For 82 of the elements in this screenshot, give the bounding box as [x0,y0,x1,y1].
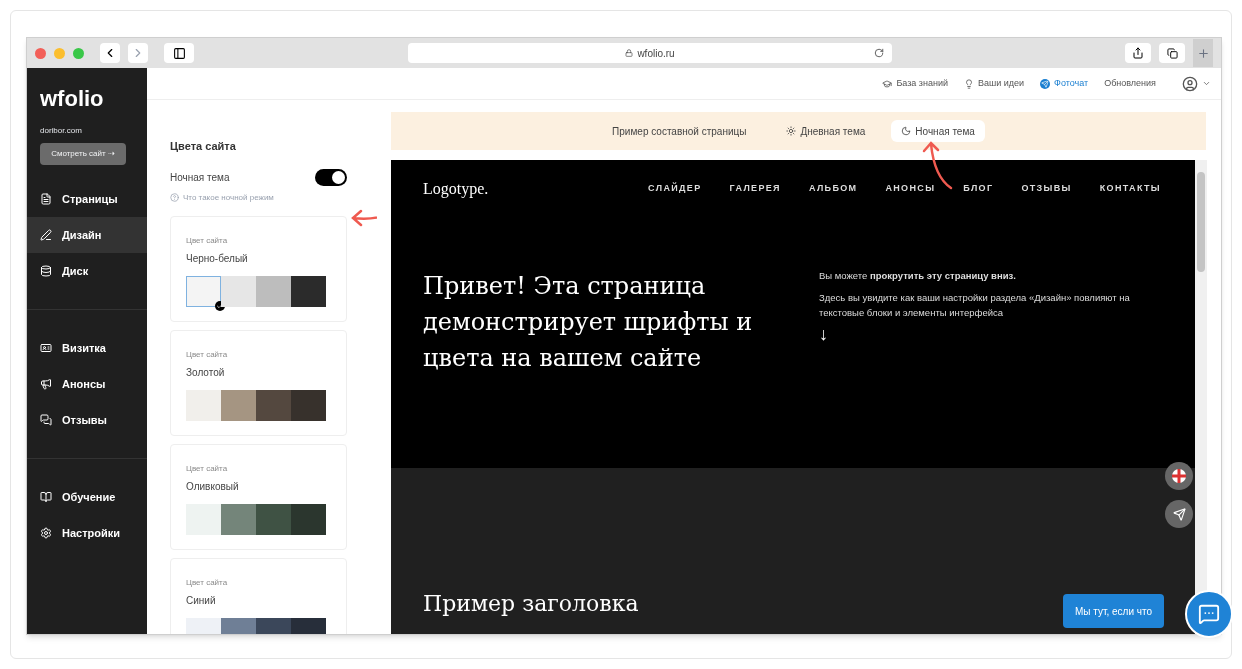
megaphone-icon [40,378,52,390]
sidebar-item[interactable]: Страницы [27,181,147,217]
section-heading: Пример заголовка [423,590,639,618]
palette-name: Черно-белый [186,251,249,266]
share-button[interactable] [1125,43,1151,63]
hero-paragraph: Здесь вы увидите как ваши настройки раздела «Дизайн» повлияют на текстовые блоки и элементы интерфейса [819,291,1131,320]
new-tab-button[interactable] [1193,39,1213,67]
lightbulb-icon [963,78,974,89]
sidebar-icon [172,46,186,60]
theme-tab[interactable]: Ночная тема [891,120,985,142]
palette-card[interactable]: Цвет сайта Золотой [170,329,347,436]
palette-caption: Цвет сайта [186,234,229,247]
sidebar-item[interactable]: Визитка [27,330,147,366]
palette-name: Оливковый [186,479,240,494]
send-icon [1040,78,1051,89]
share-icon [1132,47,1144,59]
palette-caption: Цвет сайта [186,576,229,589]
palette-caption: Цвет сайта [186,462,229,475]
sidebar-item[interactable]: Настройки [27,515,147,551]
chat-button[interactable] [1185,590,1233,638]
site-nav-link[interactable]: КОНТАКТЫ [1099,182,1161,196]
header-link[interactable]: База знаний [882,76,948,91]
night-theme-toggle[interactable] [315,168,347,186]
pen-icon [40,229,52,241]
site-nav-link[interactable]: БЛОГ [963,182,994,196]
sidebar-item[interactable]: Обучение [27,479,147,515]
flag-button[interactable] [1165,462,1193,490]
chat-icon [40,414,52,426]
site-logo: Logotype. [423,179,489,200]
chat-label-button[interactable]: Мы тут, если что [1062,594,1164,628]
account-menu-button[interactable] [1182,75,1211,92]
palette-caption: Цвет сайта [186,348,229,361]
site-nav-link[interactable]: СЛАЙДЕР [648,182,702,196]
header-link[interactable]: Обновления [1104,76,1156,91]
sidebar-toggle-button[interactable] [164,43,194,63]
hero-heading: Привет! Эта страница демонстрирует шрифты и цвета на вашем сайте [423,271,754,374]
site-nav-link[interactable]: ГАЛЕРЕЯ [729,182,781,196]
hero-paragraph: Вы можете прокрутить эту страницу вниз. [819,269,1017,283]
chevron-down-icon [1202,79,1211,88]
chat-icon [1198,603,1220,625]
url-text: wfolio.ru [637,46,675,61]
banner-caption: Пример составной страницы [612,124,747,139]
header-link[interactable]: Ваши идеи [963,76,1025,91]
moon-icon [901,126,912,136]
tabs-button[interactable] [1159,43,1185,63]
user-icon [1182,75,1198,92]
flag-icon [1172,469,1186,483]
palette-card[interactable]: Цвет сайта Оливковый [170,443,347,550]
palette-card[interactable]: Цвет сайта Черно-белый [170,215,347,322]
site-nav-link[interactable]: АНОНСЫ [885,182,936,196]
back-button[interactable] [100,43,120,63]
reload-icon[interactable] [874,48,884,58]
site-domain: doribor.com [39,125,83,137]
address-bar[interactable]: wfolio.ru [408,43,892,63]
lock-icon [625,49,634,57]
sidebar-item[interactable]: Дизайн [27,217,147,253]
site-nav-link[interactable]: ОТЗЫВЫ [1021,182,1072,196]
send-icon [1172,507,1186,521]
sidebar-item[interactable]: Отзывы [27,402,147,438]
section-title: Цвета сайта [170,139,237,154]
help-icon [170,193,179,202]
book-icon [40,491,52,503]
graduation-cap-icon [882,78,893,89]
palette-name: Синий [186,593,217,608]
tabs-icon [1166,47,1178,59]
page-icon [40,193,52,205]
plus-icon [1196,46,1210,60]
site-nav-link[interactable]: АЛЬБОМ [808,182,858,196]
database-icon [40,265,52,277]
logo: wfolio [39,85,105,113]
sidebar-item[interactable]: Диск [27,253,147,289]
theme-tab[interactable]: Дневная тема [776,120,876,142]
id-card-icon [40,342,52,354]
sidebar-item[interactable]: Анонсы [27,366,147,402]
settings-icon [40,527,52,539]
palette-card[interactable]: Цвет сайта Синий [170,557,347,634]
scroll-arrow: ↓ [819,324,828,344]
sun-icon [786,126,797,136]
header-link[interactable]: Фоточат [1040,76,1089,91]
view-site-button[interactable]: Смотреть сайт ⇢ [40,143,126,165]
toggle-label: Ночная тема [170,170,230,185]
palette-name: Золотой [186,365,226,380]
